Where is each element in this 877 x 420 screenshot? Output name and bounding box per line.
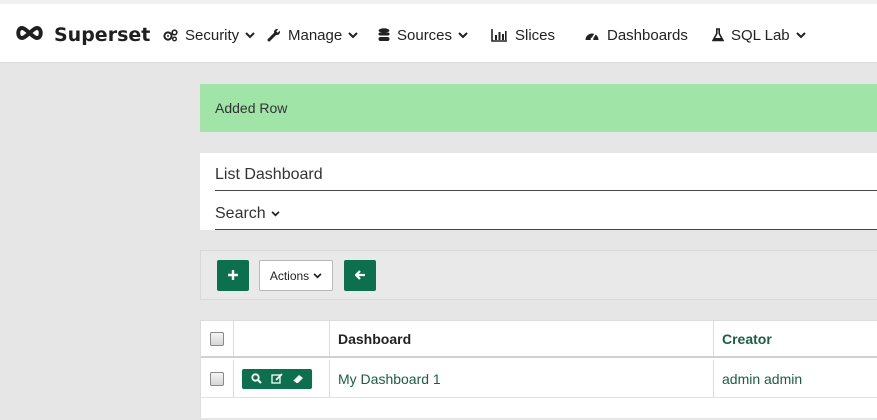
nav-slices[interactable]: Slices	[491, 17, 584, 53]
nav-sources-label: Sources	[397, 26, 453, 44]
nav-manage[interactable]: Manage	[267, 17, 378, 53]
row-actions-cell	[234, 360, 330, 397]
search-icon[interactable]	[250, 373, 262, 384]
actions-label: Actions	[269, 268, 310, 283]
brand-link[interactable]: Superset	[14, 17, 150, 53]
nav-dashboards[interactable]: Dashboards	[584, 17, 712, 53]
infinity-logo-icon	[14, 25, 45, 46]
chevron-down-icon	[245, 31, 255, 39]
back-button[interactable]	[344, 260, 376, 291]
dashboard-table: Dashboard Creator My Dashboard 1 admin a…	[200, 320, 877, 418]
chevron-down-icon	[458, 31, 468, 39]
nav-sources[interactable]: Sources	[378, 17, 491, 53]
brand-name: Superset	[54, 24, 151, 46]
row-action-buttons	[242, 368, 312, 389]
plus-icon	[228, 267, 238, 285]
cogs-icon	[163, 28, 178, 42]
chevron-down-icon	[795, 31, 806, 39]
eraser-icon[interactable]	[292, 374, 304, 384]
page-title: List Dashboard	[215, 166, 877, 191]
search-toggle[interactable]: Search	[215, 205, 877, 230]
nav-security-label: Security	[185, 26, 240, 44]
select-all-checkbox[interactable]	[210, 331, 224, 346]
row-checkbox[interactable]	[210, 371, 224, 386]
bar-chart-icon	[491, 28, 508, 42]
table-row: My Dashboard 1 admin admin	[201, 360, 877, 398]
chevron-down-icon	[313, 272, 322, 279]
dashboard-icon	[584, 29, 600, 42]
search-toggle-label: Search	[215, 205, 266, 222]
creator-cell: admin admin	[714, 360, 877, 397]
list-panel: List Dashboard Search	[200, 153, 877, 230]
alert-message: Added Row	[215, 100, 288, 116]
success-alert: Added Row	[200, 84, 877, 132]
dashboard-cell: My Dashboard 1	[330, 360, 714, 397]
chevron-down-icon	[271, 211, 280, 217]
row-select-cell	[201, 360, 234, 397]
wrench-icon	[267, 28, 281, 42]
nav-security[interactable]: Security	[163, 17, 267, 53]
edit-icon[interactable]	[270, 373, 283, 384]
select-all-cell	[201, 321, 234, 356]
nav-sql-lab-label: SQL Lab	[731, 26, 790, 44]
actions-dropdown[interactable]: Actions	[259, 260, 333, 291]
add-record-button[interactable]	[217, 260, 249, 291]
nav-dashboards-label: Dashboards	[607, 26, 688, 44]
column-header-dashboard[interactable]: Dashboard	[330, 321, 714, 356]
flask-icon	[712, 28, 724, 42]
nav-slices-label: Slices	[515, 26, 556, 44]
arrow-left-icon	[353, 267, 366, 285]
nav-manage-label: Manage	[288, 26, 343, 44]
top-navbar: Superset Security Manage Sources Slices …	[0, 0, 877, 63]
main-nav: Security Manage Sources Slices Dashboard…	[163, 17, 812, 53]
table-header-row: Dashboard Creator	[201, 321, 877, 358]
nav-sql-lab[interactable]: SQL Lab	[712, 17, 812, 53]
database-icon	[378, 28, 390, 42]
column-header-creator[interactable]: Creator	[714, 321, 877, 356]
list-toolbar: Actions	[200, 250, 877, 300]
creator-link[interactable]: admin admin	[722, 371, 802, 387]
chevron-down-icon	[348, 31, 358, 39]
actions-column-header	[234, 321, 330, 356]
dashboard-link[interactable]: My Dashboard 1	[338, 371, 441, 387]
